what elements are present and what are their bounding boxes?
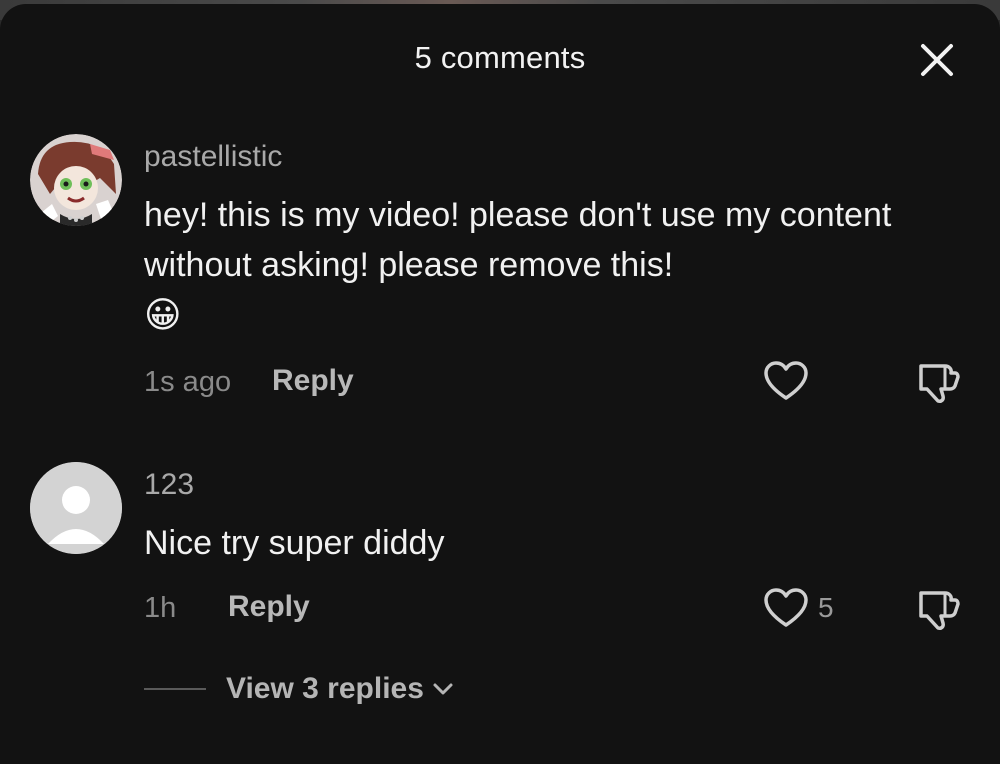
reply-button[interactable]: Reply xyxy=(228,590,310,624)
replies-divider-line xyxy=(144,688,206,690)
comment-text: Nice try super diddy xyxy=(144,524,445,562)
comment-timestamp: 1s ago xyxy=(144,366,232,398)
view-replies-label: View 3 replies xyxy=(226,672,424,705)
grinning-face-emoji: 😀 xyxy=(144,294,182,335)
heart-icon xyxy=(764,361,808,400)
avatar[interactable] xyxy=(30,134,122,226)
default-user-avatar xyxy=(30,462,122,554)
like-count: 5 xyxy=(818,592,834,623)
close-icon xyxy=(921,44,953,76)
comments-count-title: 5 comments xyxy=(414,40,586,75)
reply-button[interactable]: Reply xyxy=(272,364,354,398)
comment-username[interactable]: 123 xyxy=(144,468,194,502)
heart-icon xyxy=(764,588,808,627)
view-replies-button[interactable]: View 3 replies xyxy=(144,672,456,706)
like-button[interactable] xyxy=(763,360,809,407)
comment-text-body: hey! this is my video! please don't use … xyxy=(144,196,892,284)
thumbs-down-icon xyxy=(919,364,960,403)
close-button[interactable] xyxy=(915,38,959,82)
comment-text: hey! this is my video! please don't use … xyxy=(144,190,944,341)
comment-username[interactable]: pastellistic xyxy=(144,140,282,174)
like-button[interactable] xyxy=(763,587,809,634)
dislike-button[interactable] xyxy=(915,362,961,409)
chevron-down-icon xyxy=(433,683,453,695)
dislike-button[interactable] xyxy=(915,589,961,636)
avatar[interactable] xyxy=(30,462,122,554)
comment-timestamp: 1h xyxy=(144,592,177,624)
thumbs-down-icon xyxy=(919,591,960,630)
illustrated-character-avatar xyxy=(30,134,122,226)
